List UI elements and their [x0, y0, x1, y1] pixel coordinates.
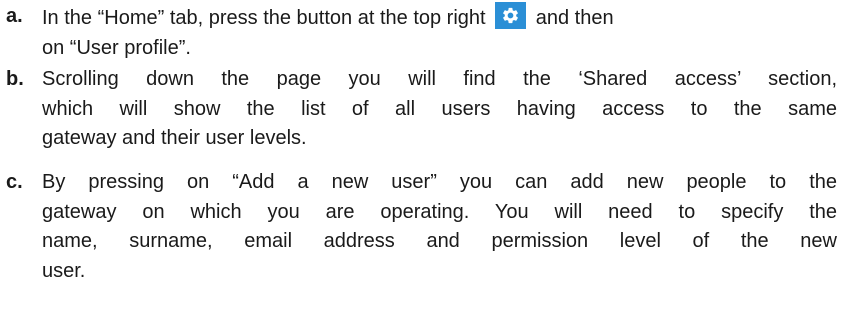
step-line: on “User profile”.: [42, 36, 191, 59]
step-line: gateway on which you are operating. You …: [42, 200, 837, 223]
step-line: name, surname, email address and permiss…: [42, 230, 837, 252]
step-letter: a.: [6, 5, 23, 27]
step-text: In the “Home” tab, press the button at t…: [42, 2, 837, 63]
step-line: In the “Home” tab, press the button at t…: [42, 2, 837, 34]
step-text: By pressing on “Add a new user” you can …: [42, 168, 837, 286]
step-line: gateway and their user levels.: [42, 127, 307, 149]
step-line: user.: [42, 259, 86, 282]
step-line-part: In the “Home” tab, press the button at t…: [42, 7, 486, 29]
step-letter: c.: [6, 171, 23, 193]
step-line: Scrolling down the page you will find th…: [42, 68, 837, 90]
step-letter: b.: [6, 68, 24, 90]
step-line: By pressing on “Add a new user” you can …: [42, 171, 837, 193]
settings-gear-icon: [495, 2, 527, 29]
step-text: Scrolling down the page you will find th…: [42, 65, 837, 154]
instructions-document: a. In the “Home” tab, press the button a…: [0, 0, 852, 332]
step-line-part: and then: [535, 7, 614, 29]
step-line: which will show the list of all users ha…: [42, 97, 837, 120]
